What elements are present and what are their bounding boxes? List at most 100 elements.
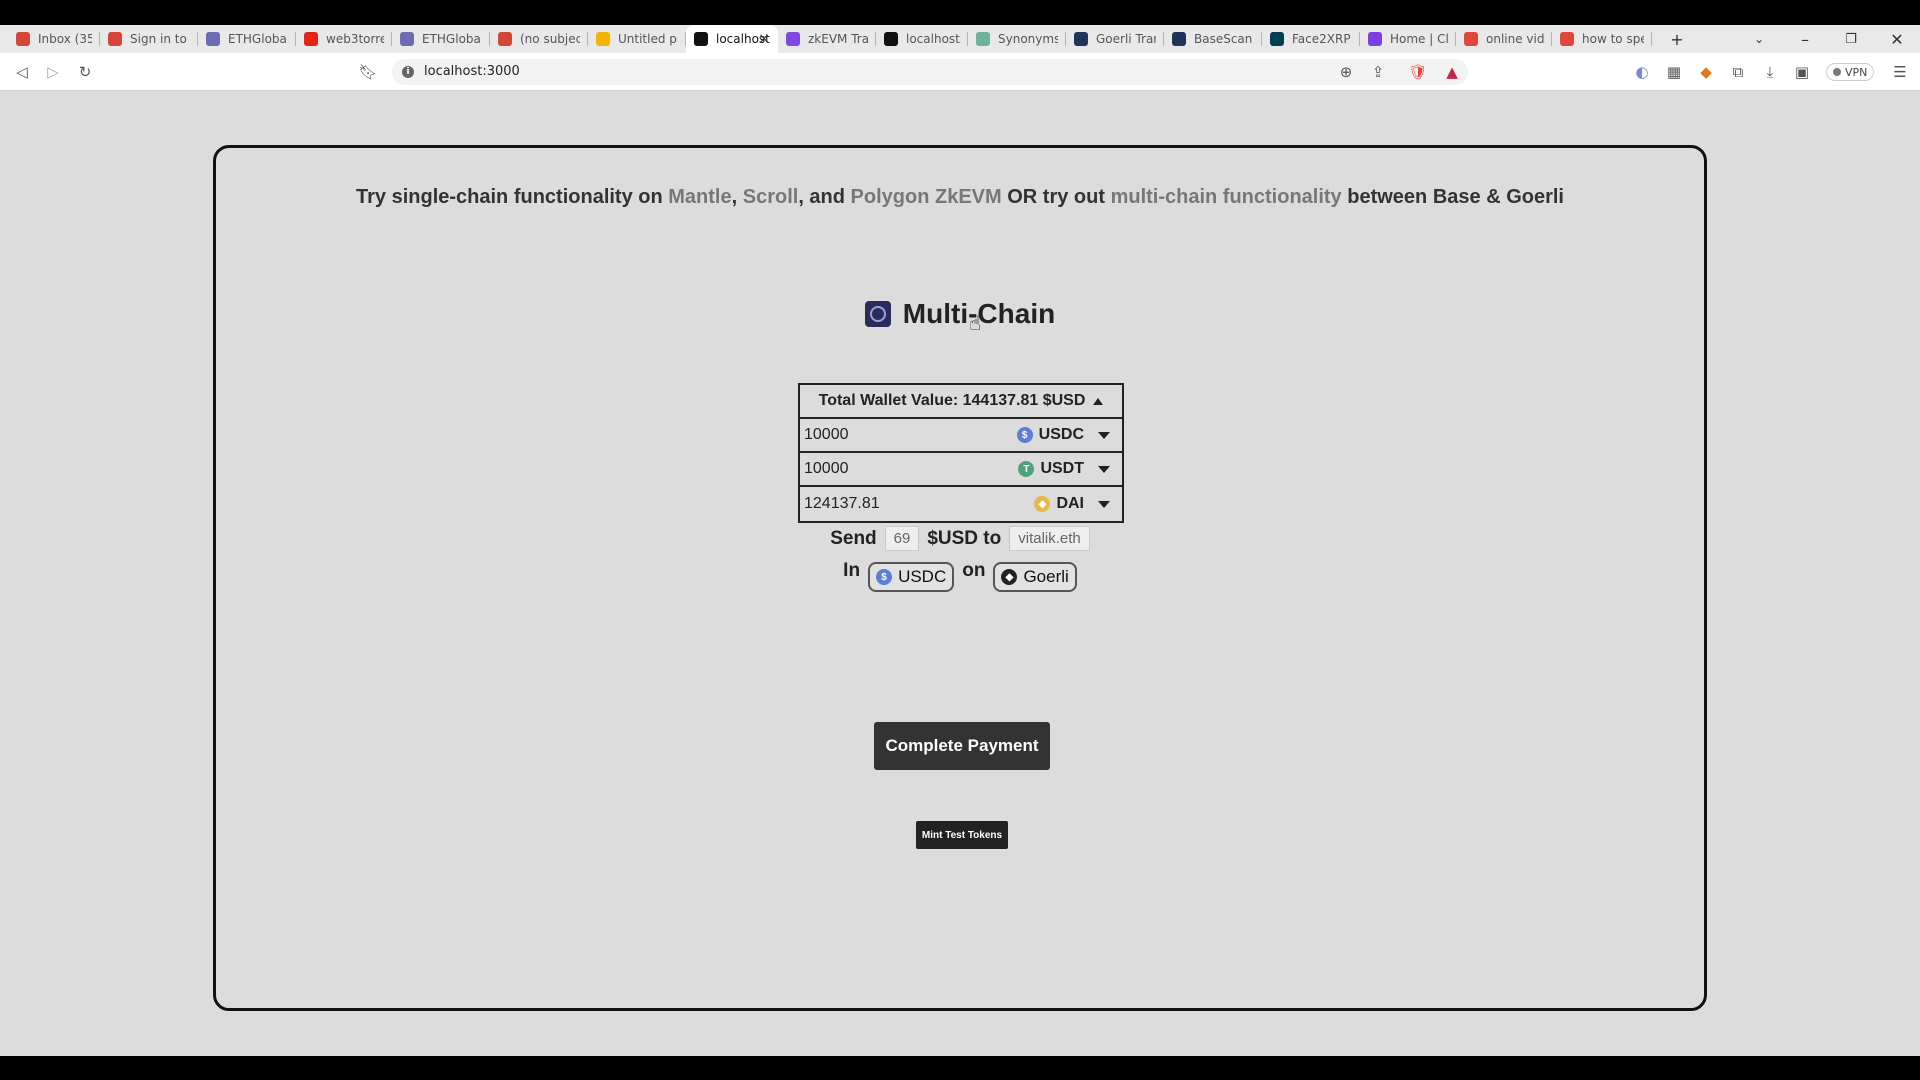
chain-select-label: Goerli — [1023, 567, 1069, 586]
polygon-zkevm-link[interactable]: Polygon ZkEVM — [851, 186, 1002, 208]
forward-arrow-icon[interactable]: ▷ — [43, 62, 63, 82]
new-tab-button[interactable]: + — [1662, 25, 1692, 53]
browser-tab[interactable]: localhost × — [686, 25, 778, 53]
browser-tab[interactable]: BaseScan — [1164, 25, 1262, 53]
vpn-button[interactable]: VPN — [1826, 63, 1875, 81]
back-arrow-icon[interactable]: ◁ — [12, 62, 32, 82]
restore-window-button[interactable]: ❐ — [1836, 25, 1866, 53]
token-amount: 10000 — [804, 460, 849, 477]
wallet-total-label: Total Wallet Value: 144137.81 $USD — [818, 392, 1086, 409]
browser-tab[interactable]: (no subject — [490, 25, 588, 53]
brave-rewards-icon[interactable]: ▲ — [1442, 62, 1462, 82]
send-label: Send — [830, 527, 877, 549]
extensions-icon[interactable]: ⧉ — [1728, 62, 1748, 82]
site-info-icon[interactable]: i — [402, 66, 414, 78]
tab-title: Goerli Tran — [1096, 32, 1156, 46]
tab-title: zkEVM Tran — [808, 32, 868, 46]
browser-tab[interactable]: online vide — [1456, 25, 1552, 53]
complete-payment-button[interactable]: Complete Payment — [874, 722, 1050, 770]
browser-tab[interactable]: Face2XRP — [1262, 25, 1360, 53]
brave-search-icon — [1560, 32, 1574, 46]
close-tab-icon[interactable]: × — [758, 31, 770, 47]
browser-tab[interactable]: how to spe — [1552, 25, 1652, 53]
url-text[interactable]: localhost:3000 — [424, 64, 520, 79]
usdc-coin-icon: $ — [1016, 427, 1033, 443]
thesaurus-icon — [976, 32, 990, 46]
main-card: Try single-chain functionality on Mantle… — [213, 145, 1707, 1011]
tab-title: Sign in to E — [130, 32, 190, 46]
address-bar[interactable]: i localhost:3000 — [392, 59, 1468, 85]
send-form-line: Send 69 $USD to vitalik.eth — [216, 526, 1704, 551]
caret-down-icon[interactable] — [1098, 500, 1110, 508]
tab-title: Untitled pr — [618, 32, 678, 46]
polygon-icon — [786, 32, 800, 46]
screen-top-bar — [0, 0, 1920, 25]
token-select[interactable]: $ USDC — [868, 562, 955, 592]
wallet-row-usdc[interactable]: 10000 $ USDC — [800, 419, 1122, 453]
multi-chain-link[interactable]: multi-chain functionality — [1111, 186, 1342, 208]
metamask-icon[interactable]: ◆ — [1696, 62, 1716, 82]
menu-icon[interactable]: ☰ — [1890, 62, 1910, 82]
reload-icon[interactable]: ↻ — [75, 62, 95, 82]
ethglobal-icon — [400, 32, 414, 46]
browser-tab[interactable]: Sign in to E — [100, 25, 198, 53]
browser-tab[interactable]: Home | Clip — [1360, 25, 1456, 53]
tab-title: BaseScan — [1194, 32, 1253, 46]
usdt-coin-icon: T — [1018, 461, 1035, 477]
wallet-row-dai[interactable]: 124137.81 ◈ DAI — [800, 487, 1122, 521]
wallet-extension-icon[interactable]: ◐ — [1632, 62, 1652, 82]
browser-tab[interactable]: zkEVM Tran — [778, 25, 876, 53]
token-select-label: USDC — [898, 567, 947, 586]
vpn-status-icon — [1833, 68, 1841, 76]
tab-list-chevron-icon[interactable]: ⌄ — [1744, 25, 1774, 53]
zoom-icon[interactable]: ⊕ — [1336, 62, 1356, 82]
tab-title: web3torren — [326, 32, 384, 46]
scroll-link[interactable]: Scroll — [743, 186, 799, 208]
extension-grid-icon[interactable]: ▦ — [1664, 62, 1684, 82]
caret-down-icon[interactable] — [1098, 465, 1110, 473]
browser-toolbar: ◁ ▷ ↻ 🔖︎ i localhost:3000 ⊕ ⇪ 🛡︎ ▲ ◐ ▦ ◆… — [0, 53, 1920, 91]
tab-title: (no subject — [520, 32, 580, 46]
tab-title: localhost:3 — [906, 32, 960, 46]
downloads-icon[interactable]: ⤓ — [1760, 62, 1780, 82]
tab-title: Synonyms — [998, 32, 1058, 46]
browser-tab[interactable]: Untitled pr — [588, 25, 686, 53]
browser-tab[interactable]: Inbox (354) — [8, 25, 100, 53]
caret-down-icon[interactable] — [1098, 431, 1110, 439]
mouse-pointer-icon: ☝︎ — [969, 311, 982, 335]
tab-separator — [1651, 32, 1652, 46]
wallet-row-usdt[interactable]: 10000 T USDT — [800, 453, 1122, 487]
close-window-button[interactable]: ✕ — [1882, 25, 1912, 53]
vpn-label: VPN — [1845, 65, 1868, 79]
gmail-icon — [16, 32, 30, 46]
browser-tab[interactable]: Synonyms — [968, 25, 1066, 53]
minimize-window-button[interactable]: – — [1790, 25, 1820, 53]
chain-select[interactable]: ◆ Goerli — [993, 562, 1077, 592]
browser-tab[interactable]: ETHGlobal — [198, 25, 296, 53]
dai-coin-icon: ◈ — [1034, 496, 1051, 512]
bookmark-icon[interactable]: 🔖︎ — [358, 62, 378, 82]
headline: Try single-chain functionality on Mantle… — [216, 186, 1704, 209]
mint-test-tokens-button[interactable]: Mint Test Tokens — [916, 821, 1008, 849]
sidebar-icon[interactable]: ▣ — [1792, 62, 1812, 82]
browser-tab[interactable]: Goerli Tran — [1066, 25, 1164, 53]
youtube-icon — [304, 32, 318, 46]
amount-input[interactable]: 69 — [884, 526, 920, 551]
tab-title: online vide — [1486, 32, 1544, 46]
wallet-total-toggle[interactable]: Total Wallet Value: 144137.81 $USD — [800, 385, 1122, 419]
on-label: on — [962, 560, 986, 581]
usdc-coin-icon: $ — [876, 569, 893, 585]
share-icon[interactable]: ⇪ — [1368, 62, 1388, 82]
browser-tab[interactable]: localhost:3 — [876, 25, 968, 53]
tab-title: Inbox (354) — [38, 32, 92, 46]
brave-shields-icon[interactable]: 🛡︎ — [1408, 62, 1428, 82]
recipient-input[interactable]: vitalik.eth — [1009, 526, 1090, 551]
headline-text: Try single-chain functionality on — [356, 186, 669, 208]
page-viewport: Try single-chain functionality on Mantle… — [0, 91, 1920, 1056]
etherscan-icon — [1172, 32, 1186, 46]
browser-tab[interactable]: web3torren — [296, 25, 392, 53]
token-amount: 10000 — [804, 426, 849, 443]
mantle-link[interactable]: Mantle — [668, 186, 731, 208]
browser-tab[interactable]: ETHGlobal — [392, 25, 490, 53]
vercel-icon — [884, 32, 898, 46]
